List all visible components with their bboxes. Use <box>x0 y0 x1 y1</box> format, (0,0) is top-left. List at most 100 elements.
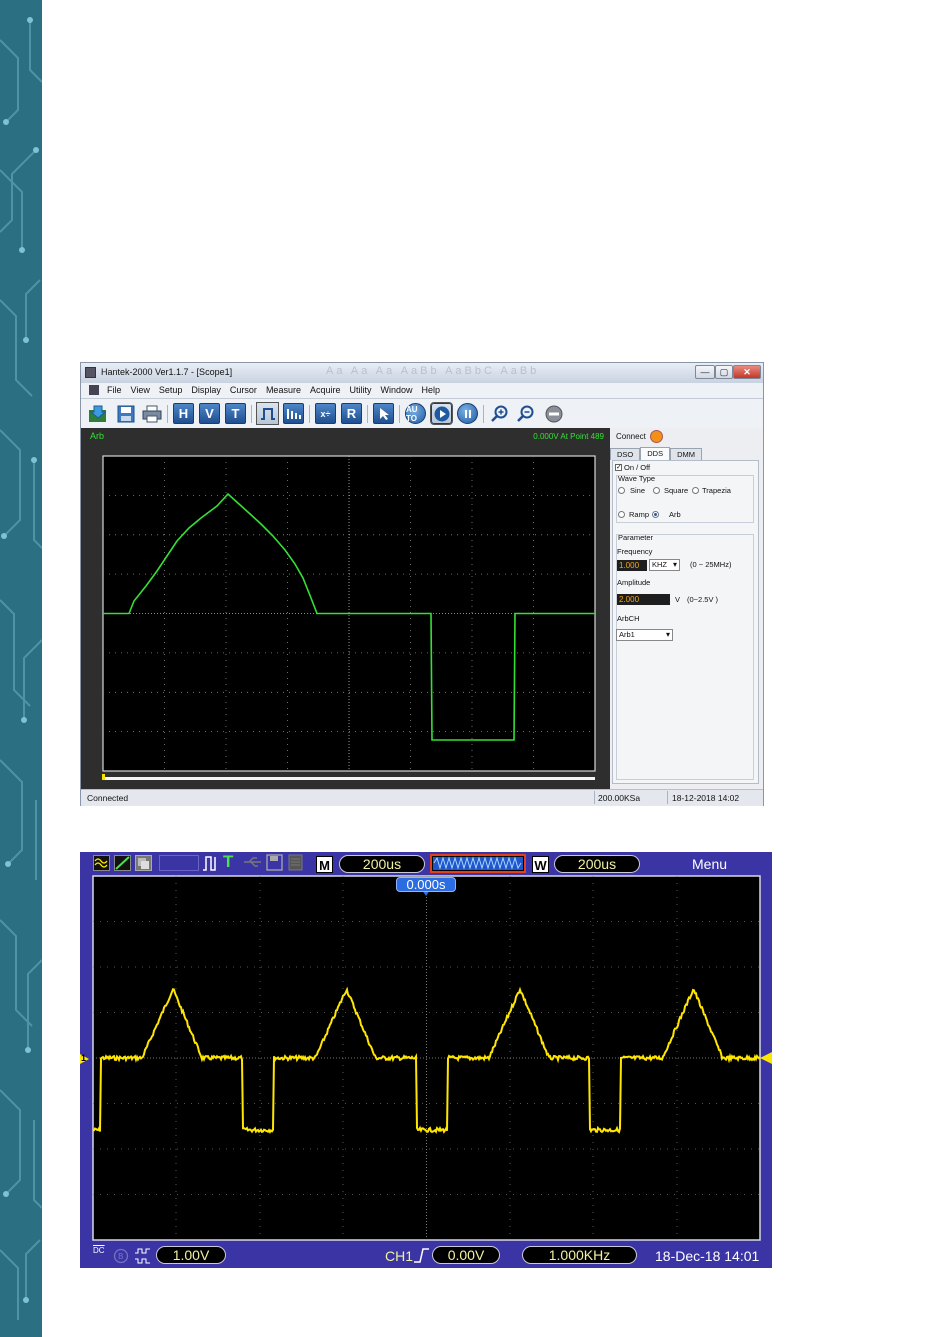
save-icon[interactable] <box>115 403 136 424</box>
scroll-track[interactable] <box>103 777 595 780</box>
ramp-label: Ramp <box>629 510 650 519</box>
print-icon[interactable] <box>141 403 162 424</box>
waveform-mode-icon[interactable] <box>93 855 110 871</box>
window-timebase-label: W <box>532 856 549 873</box>
math-icon[interactable]: x÷ <box>315 403 336 424</box>
reference-button[interactable]: R <box>341 403 362 424</box>
svg-text:B: B <box>118 1252 124 1261</box>
menu-measure[interactable]: Measure <box>266 385 301 395</box>
volts-per-div[interactable]: 1.00V <box>156 1246 226 1264</box>
trigger-channel: CH1 <box>385 1248 414 1264</box>
wave-type-label: Wave Type <box>618 474 656 483</box>
pulse-trigger-icon[interactable] <box>202 854 219 871</box>
sample-rate: 200.00KSa <box>598 793 641 803</box>
trigger-level-marker-icon <box>760 1052 772 1064</box>
window-timebase-value[interactable]: 200us <box>554 855 640 873</box>
bandwidth-limit-icon: B <box>113 1248 130 1264</box>
menu-help[interactable]: Help <box>421 385 440 395</box>
print-disabled-icon[interactable] <box>287 854 304 871</box>
frequency-label: Frequency <box>617 547 653 556</box>
close-button[interactable]: ✕ <box>733 365 761 379</box>
coupling-indicator: DC <box>93 1246 105 1255</box>
trigger-position-readout: 0.000s <box>396 877 456 892</box>
connect-label: Connect <box>616 432 646 441</box>
on-off-label: On / Off <box>624 463 651 472</box>
frequency-unit-select[interactable]: KHZ <box>649 559 680 571</box>
waveform-display[interactable]: Arb 0.000V At Point 489 <box>81 428 610 789</box>
trigger-level[interactable]: 0.00V <box>432 1246 500 1264</box>
horizontal-button[interactable]: H <box>173 403 194 424</box>
menu-cursor[interactable]: Cursor <box>230 385 257 395</box>
amplitude-input[interactable]: 2.000 <box>617 594 670 605</box>
menu-utility[interactable]: Utility <box>349 385 371 395</box>
document-icon <box>89 385 99 395</box>
radio-trapezia[interactable] <box>692 487 699 494</box>
save-disk-icon[interactable] <box>266 854 283 871</box>
on-off-checkbox[interactable]: ✓ <box>615 464 622 471</box>
status-datetime: 18-12-2018 14:02 <box>672 793 740 803</box>
frequency-range-label: (0 ~ 25MHz) <box>690 560 732 569</box>
circuit-pattern <box>0 17 42 1320</box>
usb-icon[interactable] <box>243 855 263 871</box>
status-bar: Connected 200.00KSa 18-12-2018 14:02 <box>81 789 763 806</box>
control-panel: Connect DSO DDS DMM ✓ On / Off Wave Type… <box>610 428 763 789</box>
tab-dmm[interactable]: DMM <box>670 448 703 460</box>
zoom-window-indicator-icon[interactable] <box>430 854 526 873</box>
measure-icon[interactable] <box>283 403 304 424</box>
radio-arb[interactable] <box>652 511 659 518</box>
title-bar: Hantek-2000 Ver1.1.7 - [Scope1] Aa Aa Aa… <box>81 363 763 383</box>
maximize-button[interactable]: ▢ <box>715 365 733 379</box>
parameter-label: Parameter <box>618 533 654 542</box>
scope-datetime: 18-Dec-18 14:01 <box>655 1248 760 1264</box>
amplitude-range-label: (0~2.5V ) <box>687 595 719 604</box>
arb-label: Arb <box>669 510 681 519</box>
menu-window[interactable]: Window <box>380 385 412 395</box>
main-timebase-label: M <box>316 856 333 873</box>
trigger-button[interactable]: T <box>225 403 246 424</box>
radio-square[interactable] <box>653 487 660 494</box>
tab-dds[interactable]: DDS <box>640 447 671 460</box>
trapezia-label: Trapezia <box>702 486 731 495</box>
pulse-icon[interactable] <box>256 402 279 425</box>
menu-button[interactable]: Menu <box>692 856 727 872</box>
menu-acquire[interactable]: Acquire <box>310 385 341 395</box>
tab-dso[interactable]: DSO <box>610 448 641 460</box>
vectors-icon[interactable] <box>114 855 131 871</box>
arbch-select[interactable]: Arb1 <box>616 629 673 641</box>
open-icon[interactable] <box>87 403 108 424</box>
run-icon[interactable] <box>430 402 453 425</box>
main-timebase-value[interactable]: 200us <box>339 855 425 873</box>
oscilloscope-screen: T M 200us W 200us Menu 0.000s 1 DC B 1.0… <box>80 852 772 1268</box>
menu-view[interactable]: View <box>131 385 150 395</box>
cursor-icon[interactable] <box>373 403 394 424</box>
invert-icon <box>134 1248 151 1264</box>
vertical-button[interactable]: V <box>199 403 220 424</box>
rising-edge-icon <box>413 1247 430 1263</box>
persist-icon[interactable] <box>135 855 152 871</box>
menu-setup[interactable]: Setup <box>159 385 183 395</box>
menu-bar: File View Setup Display Cursor Measure A… <box>81 383 763 416</box>
no-entry-icon[interactable] <box>543 403 564 424</box>
panel-tabs: DSO DDS DMM <box>610 447 703 460</box>
minimize-button[interactable]: — <box>695 365 715 379</box>
amplitude-label: Amplitude <box>617 578 651 587</box>
radio-ramp[interactable] <box>618 511 625 518</box>
arbch-label: ArbCH <box>617 614 640 623</box>
connection-status: Connected <box>87 793 129 803</box>
channel-1-number: 1 <box>81 1053 87 1063</box>
connection-status-led-icon <box>650 430 663 443</box>
auto-button[interactable]: AU TO <box>405 403 426 424</box>
menu-file[interactable]: File <box>107 385 122 395</box>
radio-sine[interactable] <box>618 487 625 494</box>
empty-slot <box>159 855 199 871</box>
dds-tab-content: ✓ On / Off Wave Type Sine Square Trapezi… <box>612 460 759 784</box>
scroll-marker[interactable] <box>102 774 105 780</box>
decorative-circuit-strip <box>0 0 42 1337</box>
zoom-out-icon[interactable] <box>515 403 536 424</box>
zoom-in-icon[interactable] <box>489 403 510 424</box>
frequency-input[interactable]: 1.000 <box>617 560 647 571</box>
square-label: Square <box>664 486 689 495</box>
pause-icon[interactable] <box>457 403 478 424</box>
trigger-t-icon[interactable]: T <box>223 853 240 870</box>
menu-display[interactable]: Display <box>191 385 221 395</box>
